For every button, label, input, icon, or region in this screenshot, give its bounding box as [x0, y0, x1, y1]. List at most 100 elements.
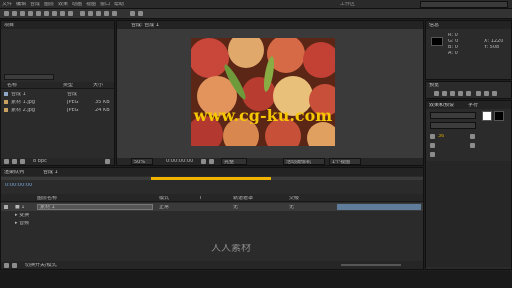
- fill-color-swatch[interactable]: [482, 111, 492, 121]
- pen-tool-icon[interactable]: [60, 11, 65, 16]
- view-layout-dropdown[interactable]: 1个视图: [329, 158, 361, 165]
- project-panel: 项目 名称 类型 大小 合成 1 合成 素材 1.jpg JPEG 35 KB …: [0, 20, 115, 166]
- work-area-bar[interactable]: [1, 177, 423, 180]
- layer-bar[interactable]: [337, 204, 421, 210]
- watermark-text: www.cg-ku.com: [193, 108, 333, 124]
- text-tool-icon[interactable]: [68, 11, 73, 16]
- col-mode[interactable]: 模式: [159, 196, 169, 201]
- time-display[interactable]: 0:00:00:00: [165, 158, 197, 165]
- menu-effect[interactable]: 效果: [58, 2, 68, 7]
- info-tab[interactable]: 信息: [429, 23, 439, 28]
- pan-behind-tool-icon[interactable]: [44, 11, 49, 16]
- menu-comp[interactable]: 合成: [30, 2, 40, 7]
- interpret-footage-icon[interactable]: [4, 159, 9, 164]
- last-frame-icon[interactable]: [466, 91, 471, 96]
- snapshot-icon[interactable]: [201, 159, 206, 164]
- menu-layer[interactable]: 图层: [44, 2, 54, 7]
- tab-timeline-comp[interactable]: 合成 1: [43, 170, 58, 175]
- loop-icon[interactable]: [484, 91, 489, 96]
- roto-tool-icon[interactable]: [104, 11, 109, 16]
- selection-tool-icon[interactable]: [4, 11, 9, 16]
- font-style-dropdown[interactable]: [430, 122, 476, 129]
- col-parent[interactable]: 父级: [289, 196, 299, 201]
- first-frame-icon[interactable]: [434, 91, 439, 96]
- list-item[interactable]: 素材 2.jpg JPEG 24 KB: [1, 107, 114, 114]
- tab-render-queue[interactable]: 渲染队列: [4, 170, 24, 175]
- menu-edit[interactable]: 编辑: [16, 2, 26, 7]
- next-frame-icon[interactable]: [458, 91, 463, 96]
- timeline-tab-bar: 渲染队列 合成 1: [1, 168, 423, 176]
- zoom-tool-icon[interactable]: [20, 11, 25, 16]
- column-name[interactable]: 名称: [7, 83, 17, 88]
- toggle-switches-icon[interactable]: [4, 263, 9, 268]
- layer-mode[interactable]: 正常: [159, 205, 169, 210]
- list-item[interactable]: 素材 1.jpg JPEG 35 KB: [1, 99, 114, 106]
- item-name: 合成 1: [11, 92, 26, 97]
- trash-icon[interactable]: [105, 159, 110, 164]
- puppet-tool-icon[interactable]: [112, 11, 117, 16]
- project-search-input[interactable]: [4, 74, 54, 80]
- layer-parent[interactable]: 无: [289, 205, 294, 210]
- toggle-switches-label[interactable]: 切换开关/模式: [25, 263, 57, 268]
- col-layer-name[interactable]: 图层名称: [37, 196, 57, 201]
- stroke-width-icon: [430, 152, 435, 157]
- menu-view[interactable]: 视图: [86, 2, 96, 7]
- menu-help[interactable]: 帮助: [114, 2, 124, 7]
- preview-tab[interactable]: 预览: [429, 83, 439, 88]
- font-size-value[interactable]: 36: [438, 134, 444, 139]
- clone-tool-icon[interactable]: [88, 11, 93, 16]
- new-folder-icon[interactable]: [12, 159, 17, 164]
- viewer-tab[interactable]: 合成: 合成 1: [131, 23, 159, 28]
- menu-window[interactable]: 窗口: [100, 2, 110, 7]
- timeline-timecode[interactable]: 0:00:00:00: [5, 183, 32, 188]
- eraser-tool-icon[interactable]: [96, 11, 101, 16]
- search-help-field[interactable]: [420, 1, 508, 8]
- stroke-color-swatch[interactable]: [494, 111, 504, 121]
- status-bar: [0, 271, 512, 288]
- site-watermark: 人人素材: [211, 244, 251, 254]
- table-row[interactable]: ▸ 变换: [1, 212, 423, 219]
- prev-frame-icon[interactable]: [442, 91, 447, 96]
- effects-tab[interactable]: 效果和预设: [429, 103, 454, 108]
- column-type[interactable]: 类型: [63, 83, 73, 88]
- zoom-slider[interactable]: [341, 264, 401, 266]
- info-green: G: 0: [448, 39, 459, 44]
- new-comp-icon[interactable]: [20, 159, 25, 164]
- axis-world-icon[interactable]: [138, 11, 143, 16]
- font-family-dropdown[interactable]: [430, 112, 476, 119]
- resolution-dropdown[interactable]: 完整: [221, 158, 247, 165]
- property-group-transform[interactable]: ▸ 变换: [15, 213, 29, 218]
- hand-tool-icon[interactable]: [12, 11, 17, 16]
- axis-icon[interactable]: [130, 11, 135, 16]
- bit-depth-label[interactable]: 8 bpc: [33, 159, 47, 164]
- menu-animation[interactable]: 动画: [72, 2, 82, 7]
- workspace-label: 工作区: [340, 2, 356, 7]
- layer-name-box[interactable]: 素材 1: [37, 204, 153, 210]
- rotate-tool-icon[interactable]: [28, 11, 33, 16]
- zoom-dropdown[interactable]: 50%: [131, 158, 153, 165]
- mask-tool-icon[interactable]: [52, 11, 57, 16]
- scroll-area: [426, 161, 511, 267]
- ram-preview-icon[interactable]: [492, 91, 497, 96]
- list-item[interactable]: 合成 1 合成: [1, 91, 114, 98]
- audio-icon[interactable]: [476, 91, 481, 96]
- play-icon[interactable]: [450, 91, 455, 96]
- brush-tool-icon[interactable]: [80, 11, 85, 16]
- composition-canvas[interactable]: www.cg-ku.com: [191, 38, 335, 146]
- table-row[interactable]: ▸ 音频: [1, 220, 423, 227]
- peaches-image: [191, 38, 335, 146]
- character-tab[interactable]: 字符: [468, 103, 478, 108]
- color-channel-icon[interactable]: [209, 159, 214, 164]
- info-y: Y: 508: [484, 45, 500, 50]
- layer-track-matte[interactable]: 无: [233, 205, 238, 210]
- toggle-modes-icon[interactable]: [12, 263, 17, 268]
- property-group-audio[interactable]: ▸ 音频: [15, 221, 29, 226]
- col-track-matte[interactable]: 轨道遮罩: [233, 196, 253, 201]
- camera-dropdown[interactable]: 活动摄像机: [283, 158, 325, 165]
- col-t[interactable]: T: [199, 196, 202, 201]
- menu-file[interactable]: 文件: [2, 2, 12, 7]
- column-size[interactable]: 大小: [93, 83, 103, 88]
- camera-tool-icon[interactable]: [36, 11, 41, 16]
- project-tab[interactable]: 项目: [4, 23, 14, 28]
- layer-visibility-icon[interactable]: [4, 205, 8, 209]
